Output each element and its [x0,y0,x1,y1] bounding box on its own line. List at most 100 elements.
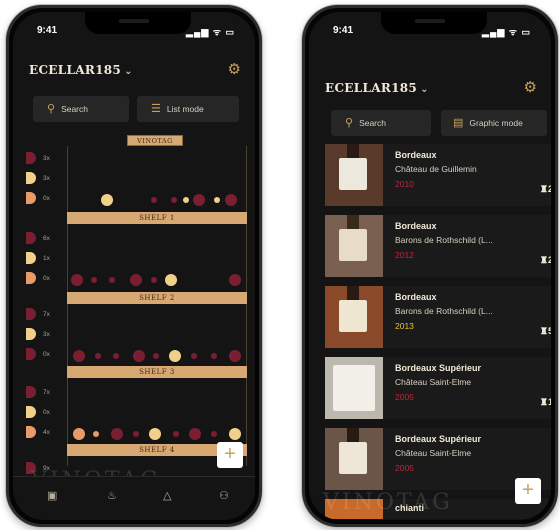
cellar-title: ECELLAR185 [325,81,418,95]
list-item[interactable]: Bordeaux Supérieur Château Saint-Elme 20… [325,357,551,419]
settings-gear-icon[interactable]: ⚙ [228,60,241,78]
red-count: 6x [43,235,50,242]
status-icons: ▂▄▆ ᯤ ▭ [186,27,235,37]
chevron-down-icon: ⌄ [124,66,133,77]
bottle-red[interactable] [111,428,123,440]
bottle-red[interactable] [211,431,217,437]
white-count: 3x [43,331,50,338]
rose-count: 4x [43,429,50,436]
wine-region: Bordeaux [395,221,437,231]
bottle-red[interactable] [153,353,159,359]
wine-year: 2013 [395,321,414,331]
bottle-photo [325,357,383,419]
list-item[interactable]: Bordeaux Château de Guillemin 2010 ♜2 [325,144,551,206]
wine-year: 2005 [395,463,414,473]
bottle-white[interactable] [183,197,189,203]
search-button[interactable]: ⚲ Search [331,110,431,136]
graphic-mode-button[interactable]: ▤ Graphic mode [441,110,547,136]
bottle-red[interactable] [109,277,115,283]
search-label: Search [61,104,88,114]
bottle-icon: ♜ [539,397,548,407]
screen: 9:41 ▂▄▆ ᯤ ▭ ECELLAR185 ⌄ ⚙ ⚲ Search ☰ List… [13,12,255,520]
cellar-selector[interactable]: ECELLAR185 ⌄ [29,63,133,77]
white-count: 1x [43,255,50,262]
list-item[interactable]: Bordeaux Barons de Rothschild (L... 2012… [325,215,551,277]
wine-name: Barons de Rothschild (L... [395,235,493,245]
bottle-photo [325,144,383,206]
add-bottle-button[interactable]: + [515,478,541,504]
notifications-tab-icon[interactable]: △ [163,489,171,502]
app-bar: ECELLAR185 ⌄ ⚙ [325,78,537,98]
bottle-white[interactable] [229,428,241,440]
bottle-red[interactable] [133,431,139,437]
bottle-red[interactable] [71,274,83,286]
bottle-red[interactable] [73,350,85,362]
red-indicator [26,152,36,164]
bottle-red[interactable] [229,350,241,362]
bottle-white[interactable] [149,428,161,440]
red-indicator [26,386,36,398]
wine-list: Bordeaux Château de Guillemin 2010 ♜2 Bo… [325,144,551,520]
bottle-rose[interactable] [93,431,99,437]
bottle-quantity: ♜2 [540,184,551,195]
bottle-white[interactable] [214,197,220,203]
profile-tab-icon[interactable]: ⚇ [219,489,229,502]
red-indicator [26,308,36,320]
screen: 9:41 ▂▄▆ ᯤ ▭ ECELLAR185 ⌄ ⚙ ⚲ Search ▤ Grap… [309,12,551,520]
notch [85,12,191,34]
bottle-red[interactable] [229,274,241,286]
list-icon: ☰ [151,103,161,115]
bottle-red[interactable] [191,353,197,359]
rose-count: 0x [43,195,50,202]
white-count: 3x [43,175,50,182]
cellar-title: ECELLAR185 [29,63,122,77]
chevron-down-icon: ⌄ [420,84,429,95]
bottle-red[interactable] [130,274,142,286]
bottle-photo [325,286,383,348]
bottle-red[interactable] [171,197,177,203]
bottle-red[interactable] [173,431,179,437]
red-count: 3x [43,155,50,162]
bottle-red[interactable] [95,353,101,359]
search-icon: ⚲ [345,117,354,129]
white-indicator [26,172,36,184]
bottle-red[interactable] [91,277,97,283]
bottle-photo [325,428,383,490]
status-time: 9:41 [333,25,354,36]
cellar-selector[interactable]: ECELLAR185 ⌄ [325,81,429,95]
bottle-red[interactable] [193,194,205,206]
bottle-white[interactable] [165,274,177,286]
search-button[interactable]: ⚲ Search [33,96,129,122]
white-indicator [26,328,36,340]
bottle-tab-icon[interactable]: ♨ [107,489,117,502]
wine-region: Bordeaux Supérieur [395,363,482,373]
bottle-icon: ♜ [539,184,548,194]
cellar-tab-icon[interactable]: ▣ [47,489,57,502]
add-bottle-button[interactable]: + [217,442,243,468]
notch [381,12,487,34]
bottle-red[interactable] [133,350,145,362]
list-mode-button[interactable]: ☰ List mode [137,96,239,122]
bottle-quantity: ♜1 [540,397,551,408]
bottle-red[interactable] [151,277,157,283]
red-indicator [26,232,36,244]
red-indicator [26,348,36,360]
shelf-3: SHELF 3 [67,366,247,378]
list-item[interactable]: Bordeaux Barons de Rothschild (L... 2013… [325,286,551,348]
bottle-rose[interactable] [73,428,85,440]
rack-label: VINOTAG [127,135,183,146]
rose-indicator [26,426,36,438]
bottle-red[interactable] [151,197,157,203]
rose-count: 0x [43,351,50,358]
wine-name: Barons de Rothschild (L... [395,306,493,316]
bottle-red[interactable] [225,194,237,206]
bottle-red[interactable] [189,428,201,440]
settings-gear-icon[interactable]: ⚙ [524,78,537,96]
bottle-white[interactable] [101,194,113,206]
bottle-white[interactable] [169,350,181,362]
cellar-rack: VINOTAG 3x 3x 0x SHELF 1 6x 1x 0x SHELF … [13,130,255,475]
red-count: 7x [43,389,50,396]
bottle-red[interactable] [113,353,119,359]
status-time: 9:41 [37,25,58,36]
bottle-red[interactable] [211,353,217,359]
